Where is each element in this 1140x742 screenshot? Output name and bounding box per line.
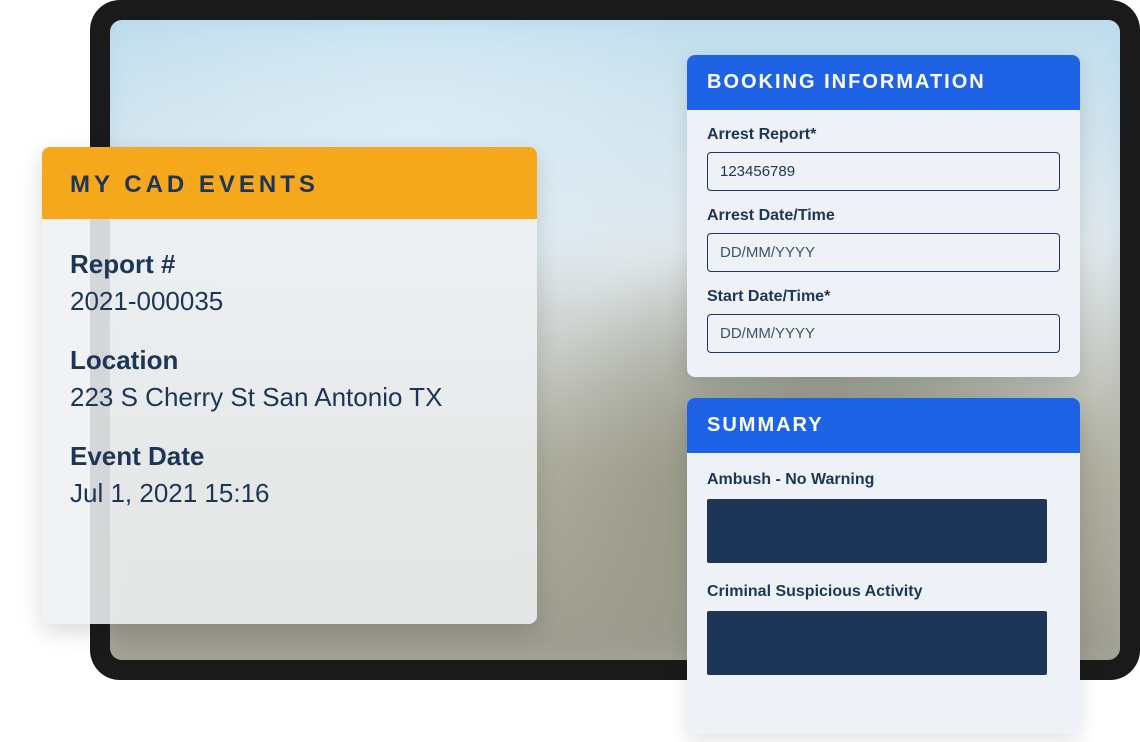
booking-field-arrest-datetime: Arrest Date/Time [707,207,1060,272]
summary-criminal-content-block[interactable] [707,611,1047,675]
arrest-datetime-input[interactable] [707,233,1060,272]
summary-header: SUMMARY [687,398,1080,453]
arrest-datetime-label: Arrest Date/Time [707,207,1060,225]
arrest-report-input[interactable] [707,152,1060,191]
start-datetime-input[interactable] [707,314,1060,353]
cad-field-location: Location 223 S Cherry St San Antonio TX [70,345,509,413]
cad-events-card: MY CAD EVENTS Report # 2021-000035 Locat… [42,147,537,624]
booking-header: BOOKING INFORMATION [687,55,1080,110]
cad-events-body: Report # 2021-000035 Location 223 S Cher… [42,219,537,567]
summary-body: Ambush - No Warning Criminal Suspicious … [687,453,1080,713]
cad-field-event-date: Event Date Jul 1, 2021 15:16 [70,441,509,509]
booking-field-start-datetime: Start Date/Time* [707,288,1060,353]
cad-location-value: 223 S Cherry St San Antonio TX [70,382,509,413]
booking-body: Arrest Report* Arrest Date/Time Start Da… [687,110,1080,377]
cad-location-label: Location [70,345,509,376]
cad-report-label: Report # [70,249,509,280]
cad-report-value: 2021-000035 [70,286,509,317]
summary-ambush-content-block[interactable] [707,499,1047,563]
booking-field-arrest-report: Arrest Report* [707,126,1060,191]
cad-event-date-label: Event Date [70,441,509,472]
summary-card: SUMMARY Ambush - No Warning Criminal Sus… [687,398,1080,734]
summary-title: SUMMARY [707,414,1060,437]
booking-title: BOOKING INFORMATION [707,71,1060,94]
cad-events-header: MY CAD EVENTS [42,147,537,219]
summary-ambush-label: Ambush - No Warning [707,471,1060,489]
cad-events-title: MY CAD EVENTS [70,171,509,199]
summary-item-criminal: Criminal Suspicious Activity [707,583,1060,675]
booking-information-card: BOOKING INFORMATION Arrest Report* Arres… [687,55,1080,377]
cad-event-date-value: Jul 1, 2021 15:16 [70,478,509,509]
summary-item-ambush: Ambush - No Warning [707,471,1060,563]
cad-field-report: Report # 2021-000035 [70,249,509,317]
start-datetime-label: Start Date/Time* [707,288,1060,306]
arrest-report-label: Arrest Report* [707,126,1060,144]
summary-criminal-label: Criminal Suspicious Activity [707,583,1060,601]
